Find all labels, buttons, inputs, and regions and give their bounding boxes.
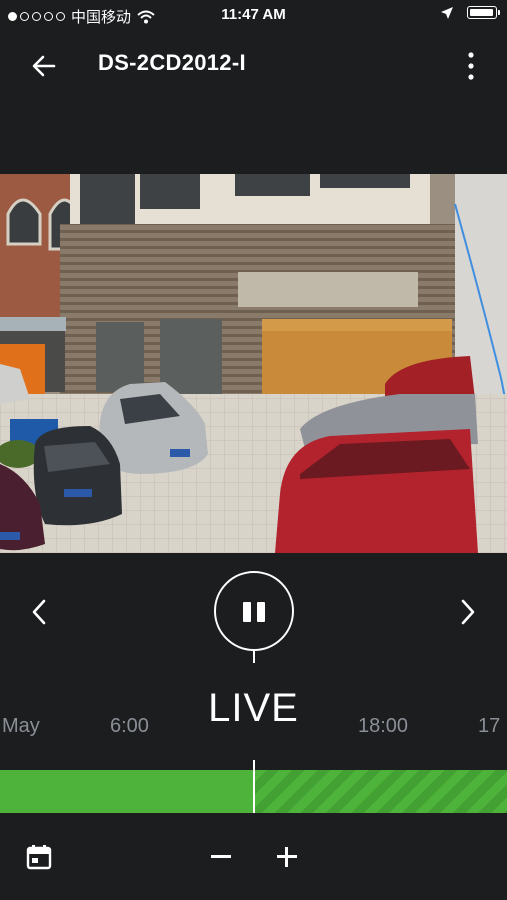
status-right <box>441 6 500 19</box>
status-time: 11:47 AM <box>221 6 286 23</box>
zoom-out-icon[interactable] <box>211 855 231 858</box>
chevron-right-icon[interactable] <box>457 596 479 628</box>
chevron-left-icon[interactable] <box>28 596 50 628</box>
calendar-icon[interactable] <box>26 844 52 870</box>
pause-button[interactable] <box>214 571 294 651</box>
live-label: LIVE <box>208 686 299 730</box>
timeline-future-segment <box>254 770 507 813</box>
page-title: DS-2CD2012-I <box>98 50 246 75</box>
playhead-stem <box>253 651 255 663</box>
zoom-in-icon-vertical[interactable] <box>285 847 288 867</box>
live-video-feed[interactable] <box>0 174 507 553</box>
app-bar: DS-2CD2012-I <box>0 32 507 96</box>
timeline-tick: 17 <box>478 715 501 737</box>
timeline-tick: 18:00 <box>358 715 409 737</box>
timeline-tick: May <box>2 715 40 737</box>
camera-scene-image <box>0 174 507 553</box>
bottom-toolbar <box>0 813 507 900</box>
location-arrow-icon <box>441 6 453 19</box>
status-bar: 中国移动 11:47 AM <box>0 0 507 32</box>
more-menu-icon[interactable] <box>465 50 477 82</box>
timeline-tick: 6:00 <box>110 715 149 737</box>
back-arrow-icon[interactable] <box>28 50 60 82</box>
timeline-cursor[interactable] <box>253 760 255 814</box>
battery-icon <box>467 6 500 19</box>
pause-icon <box>243 602 251 622</box>
